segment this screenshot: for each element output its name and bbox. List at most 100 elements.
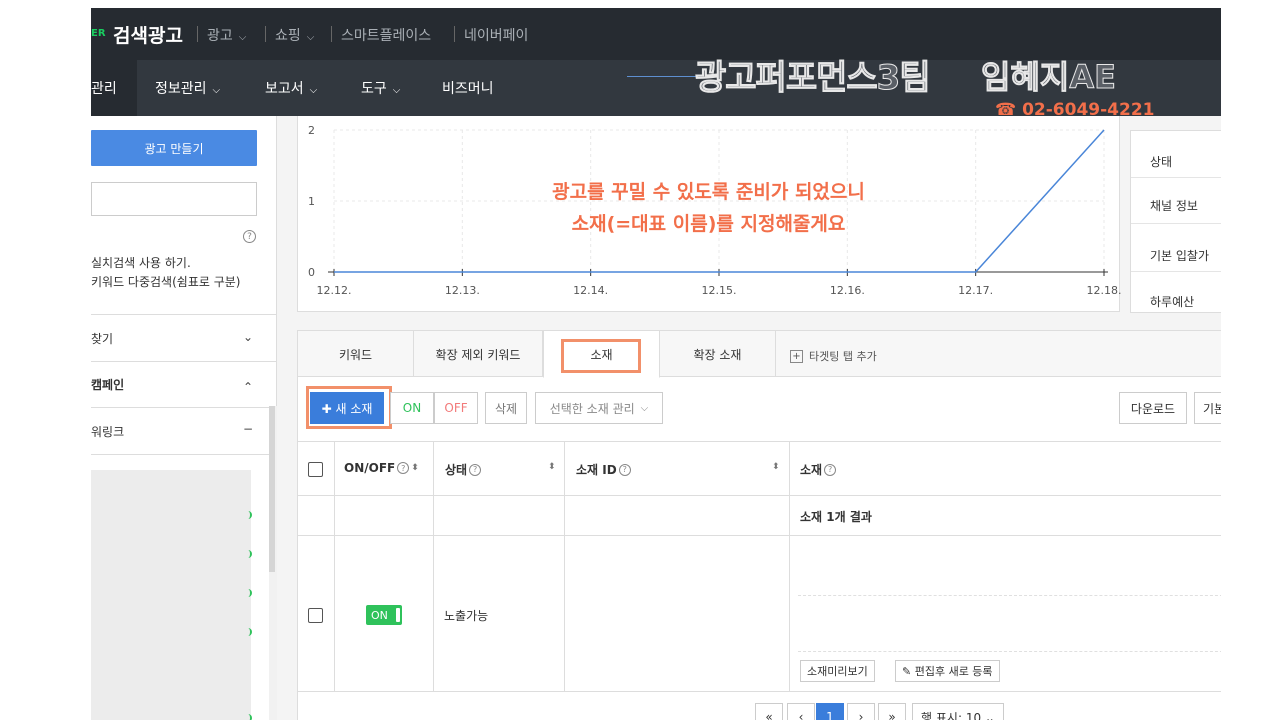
header-label: ON/OFF — [344, 461, 396, 475]
rows-per-page-select[interactable]: 행 표시: 10 ⌄ — [912, 703, 1004, 720]
top-menu-shopping[interactable]: 쇼핑 ⌵ — [275, 25, 314, 45]
page-last-button[interactable]: » — [878, 703, 906, 720]
app-frame: ER 검색광고 광고 ⌵ 쇼핑 ⌵ 스마트플레이스 네이버페이 관리 정보관리 ⌵ 보… — [91, 8, 1221, 720]
on-button[interactable]: ON — [390, 392, 434, 424]
page-next-button[interactable]: › — [847, 703, 875, 720]
nav-bizmoney[interactable]: 비즈머니 — [442, 78, 494, 98]
nav-tools[interactable]: 도구 ⌵ — [361, 78, 400, 98]
overlay-team-text: 광고퍼포먼스3팀 — [695, 58, 932, 99]
status-dot-icon — [248, 511, 252, 519]
dropdown-label: 선택한 소재 관리 — [549, 401, 635, 416]
sort-icon[interactable]: ⬍ — [411, 463, 419, 473]
screen: ER 검색광고 광고 ⌵ 쇼핑 ⌵ 스마트플레이스 네이버페이 관리 정보관리 ⌵ 보… — [0, 0, 1280, 720]
column-divider — [433, 441, 434, 691]
preview-ad-button[interactable]: 소재미리보기 — [800, 660, 875, 682]
header-status[interactable]: 상태? — [445, 461, 482, 478]
off-button[interactable]: OFF — [434, 392, 478, 424]
page-first-button[interactable]: « — [755, 703, 783, 720]
tab-keyword[interactable]: 키워드 — [298, 331, 414, 377]
column-divider — [789, 441, 790, 691]
sidebar: 광고 만들기 ? 실치검색 사용 하기. 키워드 다중검색(쉼표로 구분) 찾기… — [91, 116, 277, 720]
info-bid: 기본 입찰가 — [1150, 249, 1210, 263]
select-all-checkbox[interactable] — [308, 462, 323, 477]
sort-icon[interactable]: ⬍ — [548, 462, 556, 472]
nav-label: 도구 — [361, 81, 387, 97]
chevron-down-icon: ⌵ — [306, 32, 315, 43]
y-tick-label: 2 — [308, 124, 315, 137]
brand-title[interactable]: 검색광고 — [113, 21, 183, 48]
edit-and-register-button[interactable]: ✎ 편집후 새로 등록 — [895, 660, 1000, 682]
add-tab-label: 타겟팅 탭 추가 — [809, 350, 877, 363]
status-dot-icon — [248, 550, 252, 558]
search-input[interactable] — [91, 182, 257, 216]
collapse-minus-icon[interactable]: − — [243, 422, 253, 436]
annotation-line-1: 광고를 꾸밀 수 있도록 준비가 되었으니 — [552, 181, 865, 203]
nav-label: 보고서 — [265, 81, 304, 97]
scrollbar-thumb[interactable] — [269, 406, 275, 572]
page-current-button[interactable]: 1 — [816, 703, 844, 720]
top-menu-ad[interactable]: 광고 ⌵ — [207, 25, 246, 45]
divider — [91, 407, 277, 408]
x-tick-label: 12.16. — [830, 284, 865, 297]
header-ad[interactable]: 소재? — [800, 461, 837, 478]
overlay-name-text: 임혜지AE — [981, 58, 1117, 97]
header-label: 소재 — [800, 463, 823, 477]
sidebar-powerlink[interactable]: 워링크 — [91, 423, 124, 440]
sidebar-find[interactable]: 찾기 — [91, 330, 113, 347]
top-menu-label: 쇼핑 — [275, 28, 301, 44]
chevron-down-icon: ⌵ — [238, 32, 247, 43]
header-label: 소재 ID — [576, 463, 617, 477]
top-menu-label: 광고 — [207, 28, 233, 44]
plus-icon: + — [790, 349, 803, 363]
x-tick-label: 12.15. — [702, 284, 737, 297]
nav-reports[interactable]: 보고서 ⌵ — [265, 78, 317, 98]
basic-settings-button[interactable]: 기본 — [1194, 392, 1221, 424]
tab-excluded-keyword[interactable]: 확장 제외 키워드 — [414, 331, 543, 377]
separator — [454, 26, 455, 42]
help-icon[interactable]: ? — [618, 463, 631, 476]
manage-selected-dropdown[interactable]: 선택한 소재 관리 ⌵ — [535, 392, 663, 424]
divider — [1131, 177, 1221, 178]
search-hint-line2: 키워드 다중검색(쉼표로 구분) — [91, 275, 241, 289]
help-icon[interactable]: ? — [397, 462, 410, 474]
header-label: 상태 — [445, 463, 468, 477]
help-icon[interactable]: ? — [824, 463, 837, 476]
column-divider — [334, 441, 335, 691]
nav-manage[interactable]: 관리 — [91, 78, 117, 98]
annotation-note: 광고를 꾸밀 수 있도록 준비가 되었으니 소재(=대표 이름)를 지정해줄게요 — [297, 176, 1120, 240]
add-targeting-tab-button[interactable]: + 타겟팅 탭 추가 — [790, 348, 877, 364]
tab-extension[interactable]: 확장 소재 — [660, 331, 776, 377]
top-menu-naverpay[interactable]: 네이버페이 — [464, 25, 528, 45]
annotation-line-2: 소재(=대표 이름)를 지정해줄게요 — [571, 213, 846, 235]
x-tick-label: 12.18. — [1087, 284, 1122, 297]
chevron-down-icon[interactable]: ⌄ — [243, 330, 253, 344]
x-tick-label: 12.14. — [573, 284, 608, 297]
delete-button[interactable]: 삭제 — [485, 392, 527, 424]
divider — [91, 454, 277, 455]
toggle-knob — [396, 608, 400, 622]
x-tick-label: 12.12. — [317, 284, 352, 297]
sort-icon[interactable]: ⬍ — [772, 462, 780, 472]
row-checkbox[interactable] — [308, 608, 323, 623]
blurred-ad-group-list — [91, 470, 251, 720]
dotted-divider — [798, 651, 1221, 652]
divider — [1131, 271, 1221, 272]
header-ad-id[interactable]: 소재 ID? — [576, 461, 631, 478]
divider — [91, 361, 277, 362]
chevron-up-icon[interactable]: ⌃ — [243, 380, 253, 394]
sidebar-campaign[interactable]: 캠페인 — [91, 376, 124, 393]
info-channel: 채널 정보 — [1150, 199, 1198, 213]
row-onoff-toggle[interactable]: ON — [366, 605, 402, 625]
help-icon[interactable]: ? — [243, 230, 256, 243]
table-top-border — [298, 441, 1221, 442]
help-icon[interactable]: ? — [469, 463, 482, 476]
page-prev-button[interactable]: ‹ — [787, 703, 815, 720]
create-ad-button[interactable]: 광고 만들기 — [91, 130, 257, 166]
y-tick-label: 0 — [308, 266, 315, 279]
chevron-down-icon: ⌵ — [640, 402, 649, 414]
table-summary-border — [298, 535, 1221, 536]
top-menu-smartplace[interactable]: 스마트플레이스 — [341, 25, 431, 45]
nav-info-manage[interactable]: 정보관리 ⌵ — [155, 78, 220, 98]
download-button[interactable]: 다운로드 — [1119, 392, 1187, 424]
header-onoff[interactable]: ON/OFF? ⬍ — [344, 461, 419, 475]
